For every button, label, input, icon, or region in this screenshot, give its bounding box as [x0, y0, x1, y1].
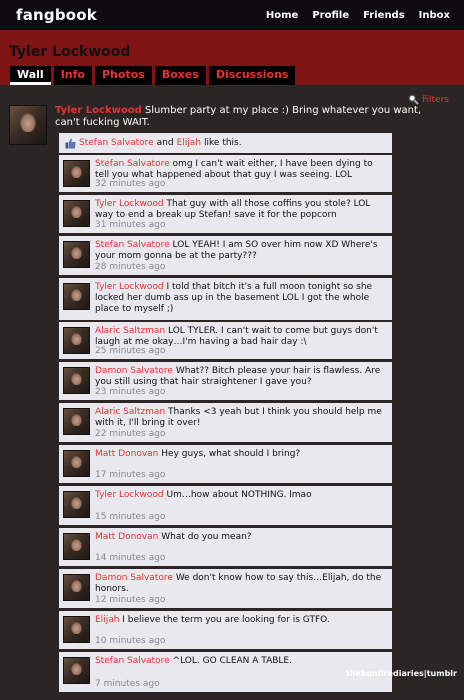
- avatar[interactable]: [63, 574, 90, 601]
- top-bar: fangbook Home Profile Friends Inbox: [0, 0, 464, 30]
- comment-text: What do you mean?: [161, 532, 252, 542]
- comment-body: Matt Donovan What do you mean?: [95, 532, 388, 543]
- comment-author[interactable]: Matt Donovan: [95, 532, 158, 542]
- avatar[interactable]: [63, 533, 90, 560]
- post-author[interactable]: Tyler Lockwood: [55, 105, 142, 116]
- comment-author[interactable]: Matt Donovan: [95, 449, 158, 459]
- comment-body: Elijah I believe the term you are lookin…: [95, 615, 388, 626]
- comment-author[interactable]: Damon Salvatore: [95, 573, 173, 583]
- comment-time[interactable]: 14 minutes ago: [95, 553, 165, 563]
- comment-time[interactable]: 31 minutes ago: [95, 220, 165, 230]
- profile-header: Tyler Lockwood Wall Info Photos Boxes Di…: [0, 30, 464, 85]
- comment: Elijah I believe the term you are lookin…: [59, 611, 392, 649]
- avatar[interactable]: [63, 491, 90, 518]
- comment-text: I believe the term you are looking for i…: [122, 615, 330, 625]
- comment: Damon Salvatore We don't know how to say…: [59, 569, 392, 608]
- tab-discussions[interactable]: Discussions: [208, 66, 296, 85]
- avatar[interactable]: [63, 657, 90, 684]
- nav-home[interactable]: Home: [266, 10, 298, 21]
- comment-body: Damon Salvatore What?? Bitch please your…: [95, 366, 388, 388]
- watermark: thebonfirediaries|tumblr: [345, 669, 457, 678]
- profile-name: Tyler Lockwood: [9, 44, 131, 60]
- comment: Tyler Lockwood Um…how about NOTHING. lma…: [59, 486, 392, 525]
- comment-text: ^LOL. GO CLEAN A TABLE.: [172, 656, 292, 666]
- comment: Alaric Saltzman Thanks <3 yeah but I thi…: [59, 403, 392, 442]
- avatar[interactable]: [63, 408, 90, 435]
- comment-time[interactable]: 7 minutes ago: [95, 679, 160, 689]
- avatar[interactable]: [63, 367, 90, 394]
- comment-time[interactable]: 17 minutes ago: [95, 470, 165, 480]
- comment-time[interactable]: 23 minutes ago: [95, 387, 165, 397]
- profile-tabs: Wall Info Photos Boxes Discussions: [10, 66, 296, 85]
- avatar[interactable]: [63, 160, 90, 187]
- nav-inbox[interactable]: Inbox: [419, 10, 450, 21]
- comment-time[interactable]: 32 minutes ago: [95, 179, 165, 189]
- comment-body: Stefan Salvatore ^LOL. GO CLEAN A TABLE.: [95, 656, 388, 667]
- comment: Tyler Lockwood That guy with all those c…: [59, 195, 392, 233]
- comment: Matt Donovan What do you mean? 14 minute…: [59, 528, 392, 566]
- comment-author[interactable]: Tyler Lockwood: [95, 490, 164, 500]
- like-user[interactable]: Stefan Salvatore: [79, 138, 154, 148]
- comment-body: Alaric Saltzman LOL TYLER. I can't wait …: [95, 326, 388, 348]
- nav-friends[interactable]: Friends: [363, 10, 405, 21]
- likes-bar: Stefan Salvatore and Elijah like this.: [59, 133, 392, 153]
- comment: Matt Donovan Hey guys, what should I bri…: [59, 445, 392, 483]
- comment-time[interactable]: 25 minutes ago: [95, 346, 165, 356]
- likes-suffix: like this.: [204, 138, 242, 148]
- comment-body: Tyler Lockwood That guy with all those c…: [95, 199, 388, 221]
- comment-author[interactable]: Stefan Salvatore: [95, 159, 170, 169]
- filters-label: Filters: [422, 94, 449, 105]
- comment-text: Hey guys, what should I bring?: [161, 449, 301, 459]
- avatar[interactable]: [63, 283, 90, 310]
- comment: Stefan Salvatore omg I can't wait either…: [59, 155, 392, 192]
- comment: Stefan Salvatore ^LOL. GO CLEAN A TABLE.…: [59, 652, 392, 692]
- comment-body: Stefan Salvatore omg I can't wait either…: [95, 159, 388, 181]
- likes-and: and: [156, 138, 174, 148]
- avatar[interactable]: [63, 327, 90, 354]
- comment-time[interactable]: 28 minutes ago: [95, 262, 165, 272]
- comment: Alaric Saltzman LOL TYLER. I can't wait …: [59, 322, 392, 359]
- tab-info[interactable]: Info: [53, 66, 92, 85]
- comment-author[interactable]: Elijah: [95, 615, 119, 625]
- comment-body: Stefan Salvatore LOL YEAH! I am SO over …: [95, 240, 388, 262]
- filters-button[interactable]: Filters: [408, 94, 449, 105]
- avatar[interactable]: [63, 241, 90, 268]
- app-logo[interactable]: fangbook: [16, 6, 97, 24]
- comment-time[interactable]: 22 minutes ago: [95, 429, 165, 439]
- avatar[interactable]: [63, 616, 90, 643]
- comment-author[interactable]: Alaric Saltzman: [95, 407, 165, 417]
- like-user[interactable]: Elijah: [177, 138, 201, 148]
- comment-time[interactable]: 10 minutes ago: [95, 636, 165, 646]
- comment-author[interactable]: Stefan Salvatore: [95, 656, 170, 666]
- comment: Tyler Lockwood I told that bitch it's a …: [59, 278, 392, 320]
- avatar[interactable]: [63, 450, 90, 477]
- comment-author[interactable]: Alaric Saltzman: [95, 326, 165, 336]
- nav-profile[interactable]: Profile: [312, 10, 349, 21]
- comment-author[interactable]: Damon Salvatore: [95, 366, 173, 376]
- avatar[interactable]: [63, 200, 90, 227]
- comment-time[interactable]: 15 minutes ago: [95, 512, 165, 522]
- comment-body: Tyler Lockwood Um…how about NOTHING. lma…: [95, 490, 388, 501]
- comment-body: Alaric Saltzman Thanks <3 yeah but I thi…: [95, 407, 388, 429]
- tab-wall[interactable]: Wall: [10, 66, 51, 85]
- thumbs-up-icon: [65, 138, 76, 148]
- comment-body: Tyler Lockwood I told that bitch it's a …: [95, 282, 388, 315]
- comment-time[interactable]: 12 minutes ago: [95, 595, 165, 605]
- magnifier-icon: [408, 94, 419, 105]
- comment-text: Um…how about NOTHING. lmao: [166, 490, 312, 500]
- post-body: Tyler Lockwood Slumber party at my place…: [55, 105, 435, 129]
- comment-author[interactable]: Tyler Lockwood: [95, 199, 164, 209]
- avatar[interactable]: [9, 105, 47, 145]
- top-nav: Home Profile Friends Inbox: [266, 10, 450, 21]
- comment-author[interactable]: Stefan Salvatore: [95, 240, 170, 250]
- comment: Stefan Salvatore LOL YEAH! I am SO over …: [59, 236, 392, 275]
- tab-photos[interactable]: Photos: [95, 66, 152, 85]
- tab-boxes[interactable]: Boxes: [154, 66, 206, 85]
- comment-author[interactable]: Tyler Lockwood: [95, 282, 164, 292]
- comment: Damon Salvatore What?? Bitch please your…: [59, 362, 392, 400]
- comment-body: Matt Donovan Hey guys, what should I bri…: [95, 449, 388, 460]
- comment-body: Damon Salvatore We don't know how to say…: [95, 573, 388, 595]
